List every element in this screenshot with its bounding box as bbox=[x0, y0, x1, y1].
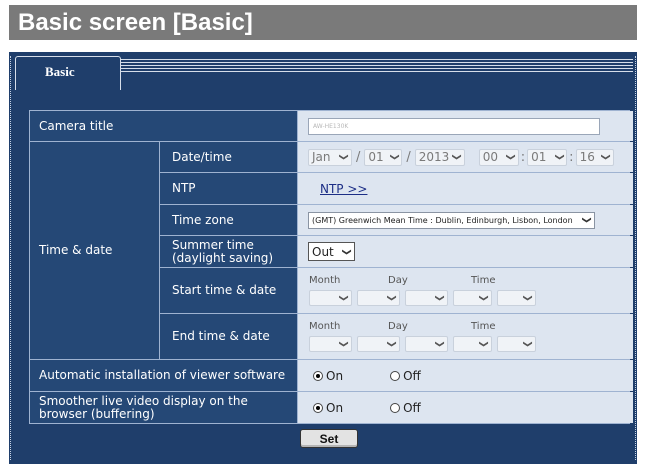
hour-select[interactable]: 00 ❮ bbox=[478, 148, 519, 166]
chevron-down-icon: ❮ bbox=[435, 340, 446, 348]
start-hour-select[interactable]: ❮ bbox=[453, 290, 492, 306]
smoother-off-radio[interactable]: Off bbox=[390, 401, 421, 415]
time-separator: : bbox=[520, 149, 526, 165]
end-time-headings: Month Day Time bbox=[309, 321, 536, 334]
end-day-select[interactable]: ❮ bbox=[405, 336, 448, 352]
smoother-on-label: On bbox=[326, 400, 344, 415]
start-time-label: Start time & date bbox=[160, 268, 297, 313]
camera-title-cell: AW-HE130K bbox=[298, 111, 633, 141]
set-button[interactable]: Set bbox=[300, 429, 358, 448]
time-separator: : bbox=[569, 149, 574, 165]
camera-title-label: Camera title bbox=[30, 111, 297, 141]
chevron-down-icon: ❮ bbox=[582, 216, 593, 224]
start-day-select[interactable]: ❮ bbox=[405, 290, 448, 306]
chevron-down-icon: ❮ bbox=[479, 294, 490, 302]
start-minute-select[interactable]: ❮ bbox=[497, 290, 536, 306]
end-month-select[interactable]: ❮ bbox=[309, 336, 352, 352]
day-select[interactable]: 01 ❮ bbox=[364, 148, 403, 166]
chevron-down-icon: ❮ bbox=[339, 153, 350, 161]
month-heading: Month bbox=[309, 321, 341, 332]
time-zone-label: Time zone bbox=[160, 205, 297, 235]
start-time-cell: Month Day Time ❮ ❮ ❮ ❮ ❮ bbox=[298, 268, 633, 313]
month-heading: Month bbox=[309, 275, 341, 286]
summer-time-label: Summer time (daylight saving) bbox=[160, 236, 297, 267]
hour-select-value: 00 bbox=[482, 150, 499, 164]
document-title: Basic screen [Basic] bbox=[9, 5, 637, 40]
radio-icon bbox=[390, 402, 401, 413]
time-zone-cell: (GMT) Greenwich Mean Time : Dublin, Edin… bbox=[298, 205, 633, 235]
minute-select-value: 01 bbox=[531, 150, 547, 164]
minute-select[interactable]: 01 ❮ bbox=[527, 148, 568, 166]
radio-icon bbox=[313, 402, 323, 413]
chevron-down-icon: ❮ bbox=[387, 340, 398, 348]
chevron-down-icon: ❮ bbox=[523, 340, 534, 348]
end-time-selects: ❮ ❮ ❮ ❮ ❮ bbox=[309, 336, 536, 352]
start-time-selects: ❮ ❮ ❮ ❮ ❮ bbox=[309, 290, 536, 306]
second-select[interactable]: 16 ❮ bbox=[575, 148, 614, 166]
radio-icon bbox=[313, 370, 323, 381]
auto-install-off-label: Off bbox=[403, 368, 421, 383]
start-time-fields: Month Day Time ❮ ❮ ❮ ❮ ❮ bbox=[309, 268, 536, 313]
auto-install-cell: On Off bbox=[298, 360, 633, 391]
start-time-headings: Month Day Time bbox=[309, 275, 536, 288]
time-heading: Time bbox=[471, 275, 496, 286]
chevron-down-icon: ❮ bbox=[523, 294, 534, 302]
month-select[interactable]: Jan ❮ bbox=[308, 148, 352, 166]
chevron-down-icon: ❮ bbox=[554, 153, 565, 161]
day-select-value: 01 bbox=[368, 150, 384, 164]
smoother-on-radio[interactable]: On bbox=[313, 401, 343, 415]
date-time-cell: Jan ❮ / 01 ❮ / 2013 ❮ 00 ❮ : 01 ❮ : 16 ❮ bbox=[298, 142, 633, 172]
chevron-down-icon: ❮ bbox=[452, 153, 463, 161]
end-week-select[interactable]: ❮ bbox=[357, 336, 400, 352]
time-heading: Time bbox=[471, 321, 496, 332]
end-time-label: End time & date bbox=[160, 314, 297, 359]
chevron-down-icon: ❮ bbox=[339, 340, 350, 348]
smoother-cell: On Off bbox=[298, 392, 633, 423]
second-select-value: 16 bbox=[579, 150, 595, 164]
chevron-down-icon: ❮ bbox=[435, 294, 446, 302]
summer-time-select-value: Out bbox=[312, 244, 334, 259]
end-time-fields: Month Day Time ❮ ❮ ❮ ❮ ❮ bbox=[309, 314, 536, 359]
ntp-label: NTP bbox=[160, 173, 297, 204]
end-hour-select[interactable]: ❮ bbox=[453, 336, 492, 352]
time-zone-select-value: (GMT) Greenwich Mean Time : Dublin, Edin… bbox=[312, 215, 573, 225]
auto-install-label: Automatic installation of viewer softwar… bbox=[30, 360, 297, 391]
day-heading: Day bbox=[388, 321, 408, 332]
chevron-down-icon: ❮ bbox=[342, 247, 353, 256]
time-and-date-label: Time & date bbox=[30, 142, 159, 359]
summer-time-select[interactable]: Out ❮ bbox=[308, 242, 355, 261]
settings-panel: Basic Camera title AW-HE130K Time & date… bbox=[9, 52, 637, 464]
chevron-down-icon: ❮ bbox=[387, 294, 398, 302]
ntp-cell: NTP >> bbox=[298, 173, 633, 204]
chevron-down-icon: ❮ bbox=[506, 153, 517, 161]
chevron-down-icon: ❮ bbox=[479, 340, 490, 348]
tab-bar-decoration bbox=[121, 59, 633, 73]
date-separator: / bbox=[356, 149, 361, 165]
date-separator: / bbox=[406, 149, 411, 165]
date-time-label: Date/time bbox=[160, 142, 297, 172]
year-select[interactable]: 2013 ❮ bbox=[414, 148, 465, 166]
chevron-down-icon: ❮ bbox=[339, 294, 350, 302]
smoother-label: Smoother live video display on the brows… bbox=[30, 392, 297, 423]
day-heading: Day bbox=[388, 275, 408, 286]
camera-title-input[interactable]: AW-HE130K bbox=[308, 117, 600, 135]
smoother-off-label: Off bbox=[403, 400, 421, 415]
auto-install-on-label: On bbox=[326, 368, 344, 383]
chevron-down-icon: ❮ bbox=[389, 153, 400, 161]
auto-install-off-radio[interactable]: Off bbox=[390, 369, 421, 383]
tab-basic[interactable]: Basic bbox=[15, 56, 121, 90]
start-week-select[interactable]: ❮ bbox=[357, 290, 400, 306]
ntp-link[interactable]: NTP >> bbox=[320, 182, 367, 196]
summer-time-cell: Out ❮ bbox=[298, 236, 633, 267]
year-select-value: 2013 bbox=[418, 150, 450, 164]
radio-icon bbox=[390, 370, 401, 381]
chevron-down-icon: ❮ bbox=[600, 153, 611, 161]
settings-table: Camera title AW-HE130K Time & date Date/… bbox=[29, 110, 633, 424]
time-zone-select[interactable]: (GMT) Greenwich Mean Time : Dublin, Edin… bbox=[308, 211, 595, 229]
start-month-select[interactable]: ❮ bbox=[309, 290, 352, 306]
end-time-cell: Month Day Time ❮ ❮ ❮ ❮ ❮ bbox=[298, 314, 633, 359]
auto-install-on-radio[interactable]: On bbox=[313, 369, 343, 383]
month-select-value: Jan bbox=[312, 150, 331, 164]
end-minute-select[interactable]: ❮ bbox=[497, 336, 536, 352]
